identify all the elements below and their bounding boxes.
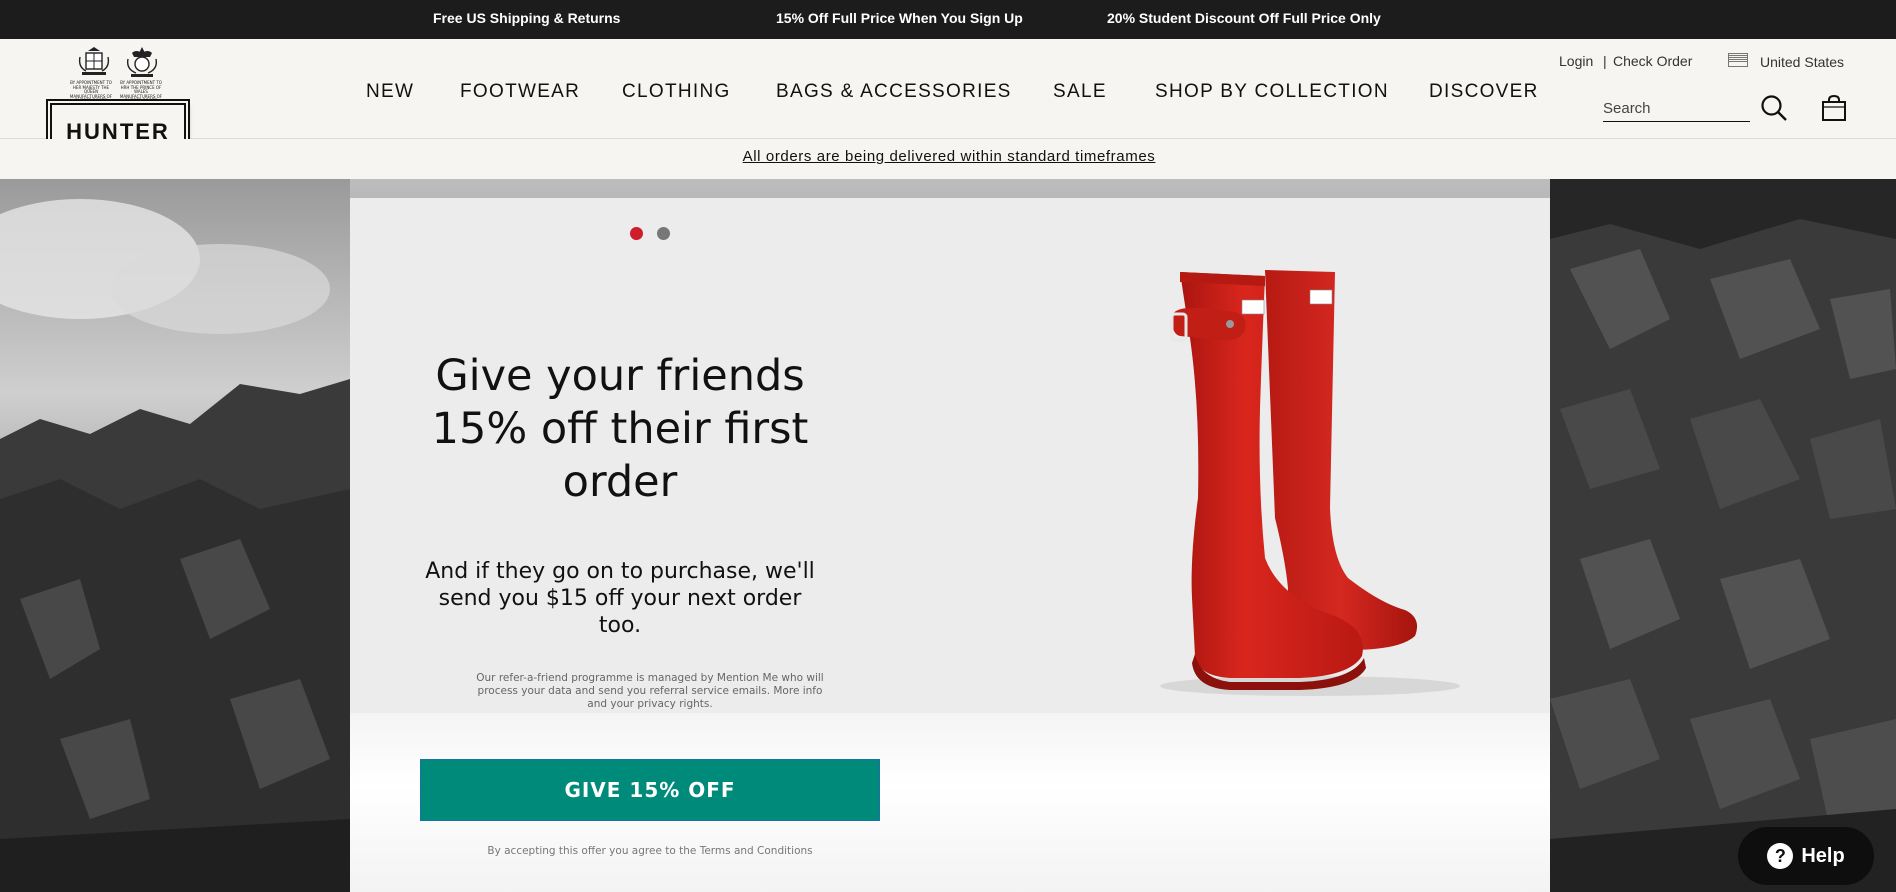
announcement-shipping[interactable]: Free US Shipping & Returns bbox=[433, 10, 620, 26]
login-link[interactable]: Login bbox=[1559, 53, 1593, 69]
search-icon[interactable] bbox=[1760, 94, 1788, 122]
bag-icon[interactable] bbox=[1820, 94, 1848, 122]
search-input[interactable] bbox=[1603, 97, 1750, 119]
search-field bbox=[1603, 97, 1750, 122]
utility-separator: | bbox=[1603, 53, 1607, 69]
nav-discover[interactable]: DISCOVER bbox=[1429, 81, 1539, 103]
modal-privacy-text[interactable]: Our refer-a-friend programme is managed … bbox=[470, 672, 830, 711]
carousel-dot-active[interactable] bbox=[630, 227, 643, 240]
modal-subline: And if they go on to purchase, we'll sen… bbox=[425, 559, 815, 638]
flag-icon[interactable] bbox=[1728, 53, 1748, 67]
nav-shop-by-collection[interactable]: SHOP BY COLLECTION bbox=[1155, 81, 1389, 103]
delivery-notice-link[interactable]: All orders are being delivered within st… bbox=[743, 148, 1156, 165]
help-label: Help bbox=[1801, 844, 1845, 867]
help-button[interactable]: ? Help bbox=[1738, 827, 1874, 885]
carousel-dot[interactable] bbox=[657, 227, 670, 240]
mountain-image bbox=[0, 179, 350, 892]
give-offer-button[interactable]: GIVE 15% OFF bbox=[420, 759, 880, 821]
red-boots-image bbox=[1160, 270, 1460, 696]
crest-caption-1: BY APPOINTMENT TO HER MAJESTY THE QUEEN … bbox=[69, 80, 113, 103]
nav-bags-accessories[interactable]: BAGS & ACCESSORIES bbox=[776, 81, 1012, 103]
rock-face-image bbox=[1550, 179, 1896, 892]
terms-text[interactable]: By accepting this offer you agree to the… bbox=[470, 845, 830, 857]
announcement-bar: Free US Shipping & Returns 15% Off Full … bbox=[0, 0, 1896, 39]
delivery-notice: All orders are being delivered within st… bbox=[0, 139, 1896, 179]
announcement-student[interactable]: 20% Student Discount Off Full Price Only bbox=[1107, 10, 1381, 26]
nav-new[interactable]: NEW bbox=[366, 81, 414, 103]
crest-caption-2: BY APPOINTMENT TO HRH THE PRINCE OF WALE… bbox=[119, 80, 163, 103]
announcement-signup[interactable]: 15% Off Full Price When You Sign Up bbox=[776, 10, 1023, 26]
help-icon: ? bbox=[1767, 843, 1794, 869]
nav-footwear[interactable]: FOOTWEAR bbox=[460, 81, 580, 103]
nav-clothing[interactable]: CLOTHING bbox=[622, 81, 731, 103]
nav-sale[interactable]: SALE bbox=[1053, 81, 1107, 103]
site-header: BY APPOINTMENT TO HER MAJESTY THE QUEEN … bbox=[0, 39, 1896, 161]
modal-headline: Give your friends 15% off their first or… bbox=[431, 351, 809, 507]
refer-a-friend-modal: Give your friends 15% off their first or… bbox=[350, 198, 1550, 892]
country-selector[interactable]: United States bbox=[1760, 54, 1844, 70]
check-order-link[interactable]: Check Order bbox=[1613, 53, 1692, 69]
